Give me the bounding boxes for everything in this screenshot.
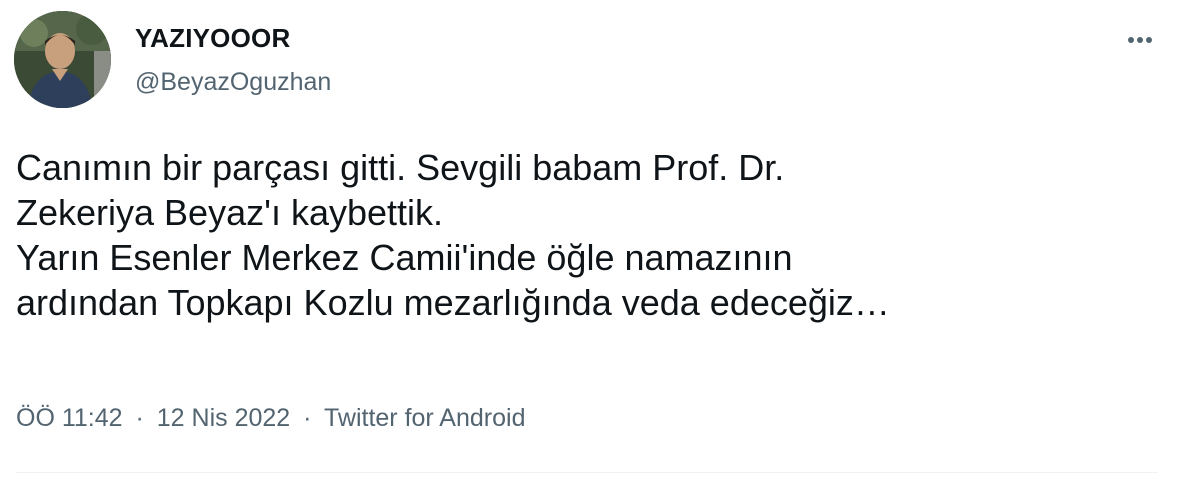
divider [16,472,1158,473]
display-name[interactable]: YAZIYOOOR [135,22,331,54]
more-horizontal-icon [1146,37,1152,43]
avatar[interactable] [14,11,111,108]
tweet-text-line: Zekeriya Beyaz'ı kaybettik. [16,192,444,233]
tweet-card: YAZIYOOOR @BeyazOguzhan Canımın bir parç… [0,0,1200,482]
tweet-date[interactable]: 12 Nis 2022 [157,404,290,432]
tweet-time[interactable]: ÖÖ 11:42 [16,404,123,432]
tweet-text-line: ardından Topkapı Kozlu mezarlığında veda… [16,282,890,323]
author-block: YAZIYOOOR @BeyazOguzhan [135,22,331,98]
meta-separator: · [135,404,144,432]
meta-separator: · [303,404,312,432]
user-handle[interactable]: @BeyazOguzhan [135,66,331,98]
more-horizontal-icon [1137,37,1143,43]
tweet-text-line: Canımın bir parçası gitti. Sevgili babam… [16,147,785,188]
more-horizontal-icon [1128,37,1134,43]
tweet-source[interactable]: Twitter for Android [324,404,525,432]
tweet-text: Canımın bir parçası gitti. Sevgili babam… [16,145,1166,325]
more-options-button[interactable] [1118,24,1162,56]
tweet-text-line: Yarın Esenler Merkez Camii'inde öğle nam… [16,237,793,278]
tweet-metadata: ÖÖ 11:42 · 12 Nis 2022 · Twitter for And… [16,402,525,434]
profile-photo-avatar-icon [14,11,111,108]
